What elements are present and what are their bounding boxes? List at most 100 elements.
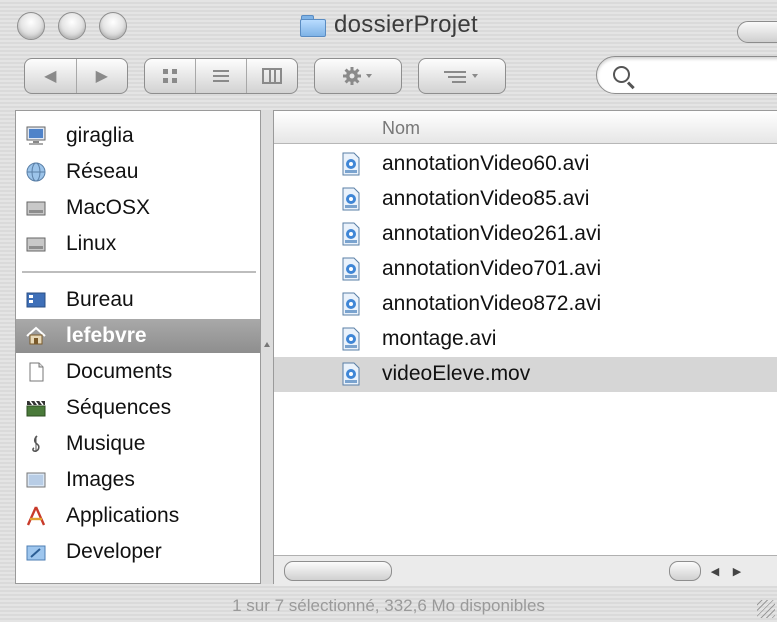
sidebar-item-musique[interactable]: Musique — [16, 427, 260, 461]
finder-window: dossierProjet ◀ ▶ giraglia Réseau MacOSX… — [0, 0, 777, 622]
file-name: montage.avi — [382, 327, 497, 350]
arrow-left-icon: ◀ — [44, 68, 57, 85]
file-name: annotationVideo85.avi — [382, 187, 590, 210]
picture-icon — [26, 472, 46, 488]
hard-disk-icon — [26, 201, 46, 216]
file-name: annotationVideo701.avi — [382, 257, 602, 280]
scrollbar-thumb[interactable] — [284, 561, 392, 581]
search-icon-handle — [626, 81, 635, 90]
video-file-icon — [342, 152, 360, 176]
scrollbar-end-cap — [669, 561, 701, 581]
file-row-selected[interactable]: videoEleve.mov — [274, 357, 777, 392]
column-header-label: Nom — [382, 118, 421, 138]
sidebar-item-label: Developer — [66, 540, 162, 563]
nav-buttons: ◀ ▶ — [24, 58, 128, 94]
forward-button[interactable]: ▶ — [77, 59, 128, 93]
sidebar-item-label: Musique — [66, 432, 146, 455]
sidebar-item-reseau[interactable]: Réseau — [16, 155, 260, 189]
sidebar-item-bureau[interactable]: Bureau — [16, 283, 260, 317]
sidebar-item-lefebvre[interactable]: lefebvre — [16, 319, 260, 353]
file-name: videoEleve.mov — [382, 362, 531, 385]
action-menu-button[interactable] — [314, 58, 402, 94]
sidebar-item-label: Réseau — [66, 160, 139, 183]
list-view-button[interactable] — [196, 59, 247, 93]
search-field[interactable] — [596, 56, 777, 94]
columns-icon — [262, 68, 282, 84]
sidebar-item-label: Documents — [66, 360, 173, 383]
file-name: annotationVideo872.avi — [382, 292, 602, 315]
sidebar: giraglia Réseau MacOSX Linux Bureau lefe… — [15, 110, 261, 584]
video-file-icon — [342, 292, 360, 316]
sidebar-item-label: Images — [66, 468, 135, 491]
scroll-right-button[interactable]: ▶ — [726, 561, 748, 581]
toolbar: ◀ ▶ — [0, 48, 777, 106]
sidebar-item-giraglia[interactable]: giraglia — [16, 119, 260, 153]
file-row[interactable]: annotationVideo85.avi — [274, 182, 777, 217]
network-globe-icon — [26, 162, 46, 182]
action-cell — [315, 59, 401, 93]
file-list: Nom annotationVideo60.avi annotationVide… — [273, 110, 777, 586]
sidebar-item-label: Séquences — [66, 396, 172, 419]
video-file-icon — [342, 327, 360, 351]
close-button[interactable] — [17, 12, 45, 40]
sidebar-item-label: Bureau — [66, 288, 134, 311]
minimize-button[interactable] — [58, 12, 86, 40]
video-file-icon — [342, 362, 360, 386]
sidebar-item-label: Linux — [66, 232, 117, 255]
arrow-left-icon: ◀ — [710, 565, 720, 578]
window-title-group: dossierProjet — [300, 10, 478, 40]
icon-view-button[interactable] — [145, 59, 196, 93]
sidebar-item-label: lefebvre — [66, 324, 147, 347]
toolbar-toggle-button[interactable] — [737, 21, 777, 43]
sidebar-item-developer[interactable]: Developer — [16, 535, 260, 569]
sidebar-item-sequences[interactable]: Séquences — [16, 391, 260, 425]
file-row[interactable]: annotationVideo872.avi — [274, 287, 777, 322]
video-file-icon — [342, 187, 360, 211]
sidebar-item-macosx[interactable]: MacOSX — [16, 191, 260, 225]
grid-icon — [163, 69, 177, 83]
music-note-icon — [32, 435, 40, 452]
column-view-button[interactable] — [247, 59, 297, 93]
file-name: annotationVideo261.avi — [382, 222, 602, 245]
scroll-left-button[interactable]: ◀ — [704, 561, 726, 581]
search-icon — [613, 66, 630, 83]
zoom-button[interactable] — [99, 12, 127, 40]
view-buttons — [144, 58, 298, 94]
horizontal-scrollbar[interactable]: ◀ ▶ — [274, 555, 777, 586]
home-icon — [26, 326, 46, 345]
computer-icon — [26, 126, 46, 145]
list-icon — [213, 70, 229, 82]
sidebar-item-applications[interactable]: Applications — [16, 499, 260, 533]
status-text: 1 sur 7 sélectionné, 332,6 Mo disponible… — [232, 596, 545, 615]
sidebar-item-linux[interactable]: Linux — [16, 227, 260, 261]
sidebar-item-documents[interactable]: Documents — [16, 355, 260, 389]
gear-icon — [343, 67, 372, 85]
arrange-icon — [444, 71, 478, 83]
status-bar: 1 sur 7 sélectionné, 332,6 Mo disponible… — [0, 588, 777, 622]
column-header-name[interactable]: Nom — [274, 111, 777, 144]
title-bar[interactable]: dossierProjet — [0, 0, 777, 48]
window-title: dossierProjet — [334, 11, 478, 38]
document-icon — [29, 362, 44, 382]
file-row[interactable]: annotationVideo60.avi — [274, 147, 777, 182]
video-file-icon — [342, 222, 360, 246]
sidebar-divider — [22, 271, 256, 273]
back-button[interactable]: ◀ — [25, 59, 77, 93]
clapboard-icon — [26, 400, 46, 417]
sidebar-item-label: giraglia — [66, 124, 134, 147]
arrange-menu-button[interactable] — [418, 58, 506, 94]
developer-folder-icon — [26, 545, 46, 561]
sidebar-item-label: Applications — [66, 504, 180, 527]
arrange-cell — [419, 59, 505, 93]
arrow-right-icon: ▶ — [732, 565, 742, 578]
sidebar-splitter[interactable] — [261, 110, 273, 584]
applications-icon — [26, 506, 46, 526]
file-row[interactable]: annotationVideo261.avi — [274, 217, 777, 252]
resize-grip-icon[interactable] — [757, 600, 775, 618]
desktop-icon — [26, 292, 46, 308]
folder-icon — [300, 14, 326, 37]
file-row[interactable]: montage.avi — [274, 322, 777, 357]
video-file-icon — [342, 257, 360, 281]
sidebar-item-images[interactable]: Images — [16, 463, 260, 497]
file-row[interactable]: annotationVideo701.avi — [274, 252, 777, 287]
